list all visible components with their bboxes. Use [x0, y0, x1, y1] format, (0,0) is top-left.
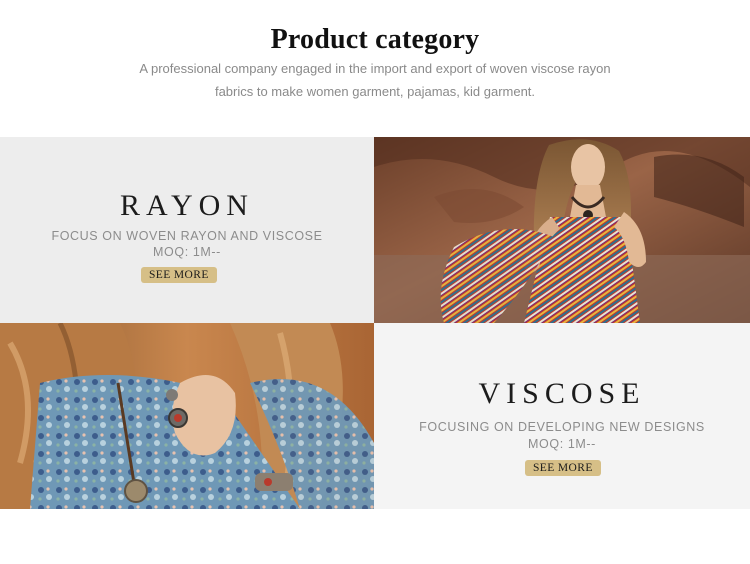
viscose-title: VISCOSE [478, 377, 646, 410]
viscose-model-image [0, 323, 374, 509]
section-header: Product category A professional company … [0, 0, 750, 137]
subtitle-line-1: A professional company engaged in the im… [139, 61, 611, 76]
rayon-model-image [374, 137, 750, 323]
page-subtitle: A professional company engaged in the im… [110, 57, 640, 103]
rayon-moq: MOQ: 1M-- [153, 245, 221, 259]
subtitle-line-2: fabrics to make women garment, pajamas, … [214, 84, 536, 99]
rayon-info-panel: RAYON FOCUS ON WOVEN RAYON AND VISCOSE M… [0, 137, 374, 323]
rayon-photo[interactable] [374, 137, 750, 323]
viscose-see-more-button[interactable]: SEE MORE [525, 460, 601, 476]
viscose-description: FOCUSING ON DEVELOPING NEW DESIGNS [419, 420, 705, 434]
viscose-moq: MOQ: 1M-- [528, 437, 596, 451]
page-title: Product category [270, 24, 480, 55]
rayon-description: FOCUS ON WOVEN RAYON AND VISCOSE [51, 229, 323, 243]
viscose-photo[interactable] [0, 323, 374, 509]
rayon-title: RAYON [120, 189, 254, 222]
category-grid: RAYON FOCUS ON WOVEN RAYON AND VISCOSE M… [0, 137, 750, 509]
rayon-see-more-button[interactable]: SEE MORE [141, 267, 217, 283]
viscose-info-panel: VISCOSE FOCUSING ON DEVELOPING NEW DESIG… [374, 323, 750, 509]
